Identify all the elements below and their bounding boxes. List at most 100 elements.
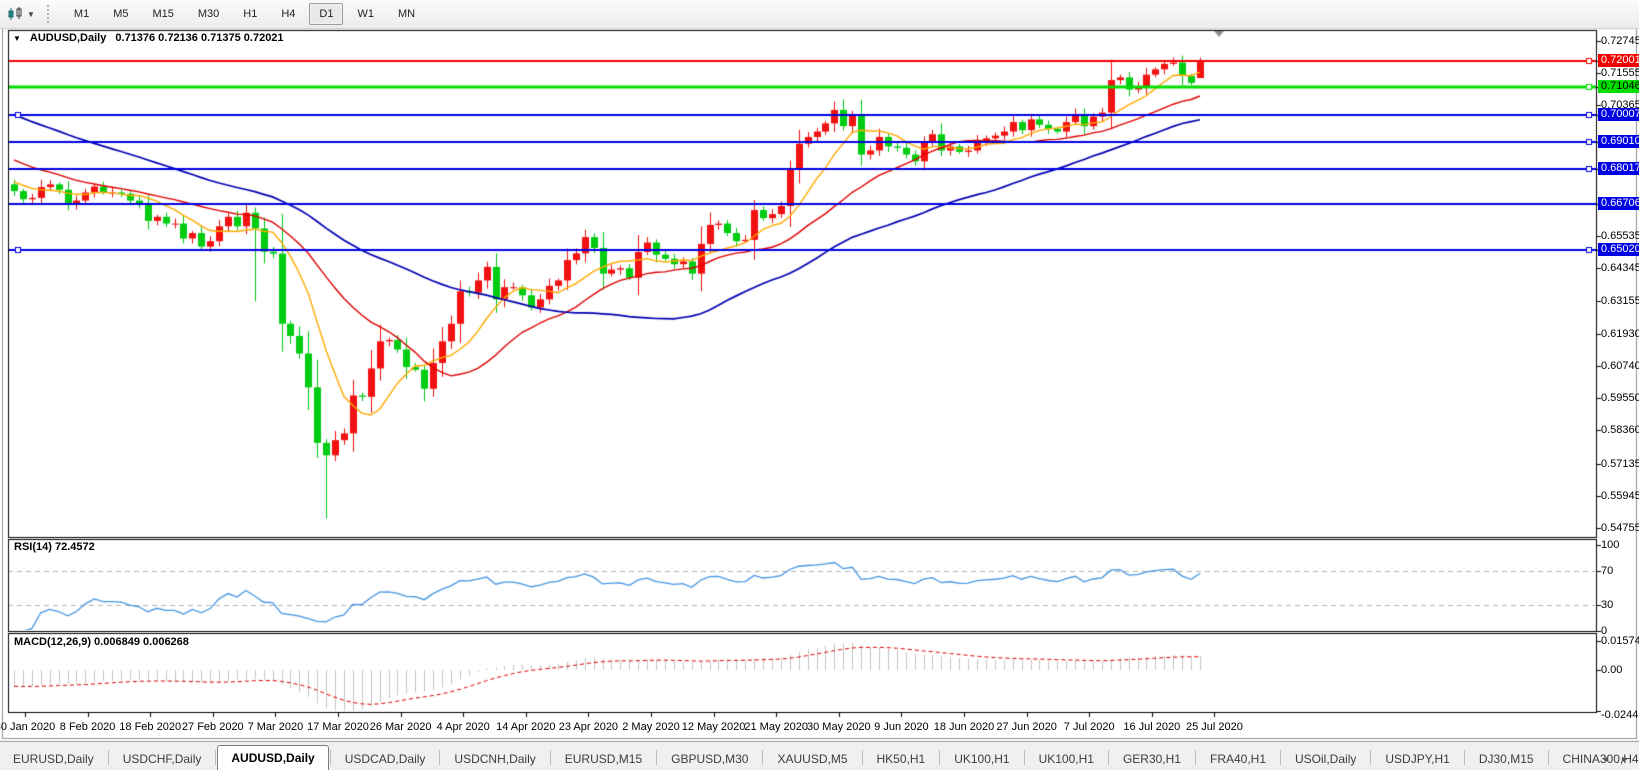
date-axis-label: 30 May 2020 — [806, 721, 871, 733]
chart-tab-gbpusd-m30[interactable]: GBPUSD,M30 — [658, 748, 761, 770]
tab-separator — [656, 750, 658, 765]
rsi-axis-tick: 70 — [1601, 564, 1614, 577]
symbol-name: AUDUSD,Daily — [29, 32, 107, 44]
tab-separator — [107, 750, 109, 765]
tab-separator — [1194, 750, 1196, 765]
timeframe-button-m30[interactable]: M30 — [188, 3, 229, 25]
hline-price-badge[interactable]: 0.69010 — [1598, 135, 1639, 149]
chart-tab-uk100-h1[interactable]: UK100,H1 — [941, 748, 1022, 770]
timeframe-toolbar: ▼ M1 M5 M15 M30 H1 H4 D1 W1 MN — [0, 0, 1639, 29]
chart-tab-hk50-h1[interactable]: HK50,H1 — [864, 748, 939, 770]
price-axis-tick: 0.63155 — [1601, 294, 1639, 307]
date-axis-label: 23 Apr 2020 — [558, 721, 619, 733]
date-axis-label: 27 Jun 2020 — [996, 721, 1057, 733]
date-axis-label: 8 Feb 2020 — [59, 721, 116, 733]
chart-tab-usoil-daily[interactable]: USOil,Daily — [1282, 748, 1369, 770]
ohlc-readout: 0.71376 0.72136 0.71375 0.72021 — [115, 32, 284, 44]
mt4-window: ▼ M1 M5 M15 M30 H1 H4 D1 W1 MN ▼ AUDUSD,Daily 0.… — [0, 0, 1639, 770]
tab-separator — [939, 750, 941, 765]
rsi-indicator-label: RSI(14) 72.4572 — [14, 541, 95, 553]
price-axis-tick: 0.59550 — [1601, 392, 1639, 405]
date-axis-label: 2 May 2020 — [622, 721, 680, 733]
tab-separator — [1463, 750, 1465, 765]
chart-type-button[interactable]: ▼ — [0, 7, 41, 21]
symbol-dropdown-icon[interactable]: ▼ — [13, 34, 21, 43]
chart-title[interactable]: ▼ AUDUSD,Daily 0.71376 0.72136 0.71375 0… — [13, 32, 284, 44]
price-axis-tick: 0.71555 — [1601, 67, 1639, 80]
price-axis-tick: 0.58360 — [1601, 424, 1639, 437]
chart-tab-usdjpy-h1[interactable]: USDJPY,H1 — [1372, 748, 1462, 770]
hline-price-badge[interactable]: 0.70007 — [1598, 108, 1639, 122]
chart-tab-usdchf-daily[interactable]: USDCHF,Daily — [110, 748, 215, 770]
tab-separator — [1280, 750, 1282, 765]
macd-axis-tick: 0.00 — [1601, 664, 1623, 676]
hline-price-badge[interactable]: 0.72001 — [1598, 54, 1639, 68]
tab-separator — [861, 750, 863, 765]
timeframe-button-m15[interactable]: M15 — [142, 3, 183, 25]
date-axis-label: 4 Apr 2020 — [436, 721, 490, 733]
chart-tab-usdcnh-daily[interactable]: USDCNH,Daily — [441, 748, 548, 770]
tab-separator — [329, 750, 331, 765]
hline-price-badge[interactable]: 0.68017 — [1598, 161, 1639, 175]
chart-tab-usdcad-daily[interactable]: USDCAD,Daily — [332, 748, 439, 770]
chart-tab-bar: EURUSD,Daily USDCHF,Daily AUDUSD,Daily USDC… — [0, 741, 1639, 770]
date-axis-label: 17 Mar 2020 — [307, 721, 369, 733]
tab-separator — [1023, 750, 1025, 765]
hline-price-badge[interactable]: 0.71046 — [1598, 79, 1639, 93]
price-axis-tick: 0.60740 — [1601, 359, 1639, 372]
date-axis-label: 12 May 2020 — [681, 721, 746, 733]
chart-tab-eurusd-m15[interactable]: EURUSD,M15 — [552, 748, 655, 770]
chart-tab-xauusd-m5[interactable]: XAUUSD,M5 — [764, 748, 860, 770]
tab-separator — [762, 750, 764, 765]
chart-tab-dj30-m15[interactable]: DJ30,M15 — [1466, 748, 1547, 770]
candlestick-chart-icon — [8, 7, 22, 20]
timeframe-button-h1[interactable]: H1 — [233, 3, 267, 25]
chart-tab-uk100-h1[interactable]: UK100,H1 — [1026, 748, 1107, 770]
date-axis-label: 27 Feb 2020 — [181, 721, 244, 733]
tabs-scroll-right-icon[interactable]: ► — [1620, 754, 1629, 764]
timeframe-button-h4[interactable]: H4 — [271, 3, 305, 25]
chart-tab-eurusd-daily[interactable]: EURUSD,Daily — [0, 748, 107, 770]
date-axis-label: 16 Jul 2020 — [1123, 721, 1181, 733]
macd-axis-tick: -0.024412 — [1601, 708, 1639, 721]
date-axis-label: 26 Mar 2020 — [369, 721, 432, 733]
price-chart-canvas[interactable] — [0, 0, 1639, 740]
timeframe-button-m5[interactable]: M5 — [103, 3, 138, 25]
tab-separator — [1370, 750, 1372, 765]
price-axis-tick: 0.72745 — [1601, 35, 1639, 47]
timeframe-button-mn[interactable]: MN — [388, 3, 425, 25]
macd-axis-tick: 0.015741 — [1601, 635, 1639, 647]
chart-tab-ger30-h1[interactable]: GER30,H1 — [1110, 748, 1194, 770]
date-axis-label: 9 Jun 2020 — [874, 721, 929, 733]
tab-separator — [1107, 750, 1109, 765]
rsi-axis-tick: 30 — [1601, 599, 1614, 612]
price-axis-tick: 0.64345 — [1601, 262, 1639, 275]
timeframe-button-d1[interactable]: D1 — [309, 3, 344, 25]
tabs-scroll-left-icon[interactable]: ◄ — [1601, 754, 1610, 764]
price-axis-tick: 0.61930 — [1601, 327, 1639, 340]
tab-separator — [439, 750, 441, 765]
chart-tab-fra40-h1[interactable]: FRA40,H1 — [1197, 748, 1279, 770]
toolbar-grip — [46, 5, 52, 23]
tab-separator — [215, 750, 217, 765]
timeframe-button-m1[interactable]: M1 — [64, 3, 99, 25]
macd-indicator-label: MACD(12,26,9) 0.006849 0.006268 — [14, 636, 189, 648]
chevron-down-icon: ▼ — [27, 9, 35, 19]
date-axis-label: 25 Jul 2020 — [1185, 721, 1243, 733]
date-axis-label: 18 Jun 2020 — [933, 721, 995, 733]
rsi-axis-tick: 100 — [1601, 539, 1620, 551]
hline-price-badge[interactable]: 0.66706 — [1598, 197, 1639, 211]
date-axis-label: 21 May 2020 — [744, 721, 808, 733]
price-axis-tick: 0.55945 — [1601, 489, 1639, 502]
timeframe-button-w1[interactable]: W1 — [347, 3, 384, 25]
price-axis-tick: 0.65535 — [1601, 230, 1639, 243]
chart-tab-audusd-daily[interactable]: AUDUSD,Daily — [217, 745, 329, 770]
hline-price-badge[interactable]: 0.65020 — [1598, 243, 1639, 257]
date-axis-label: 7 Mar 2020 — [247, 721, 304, 733]
price-axis-tick: 0.57135 — [1601, 457, 1639, 470]
price-axis-tick: 0.54755 — [1601, 522, 1639, 534]
tab-separator — [549, 750, 551, 765]
date-axis-label: 14 Apr 2020 — [496, 721, 556, 733]
tab-separator — [1547, 750, 1549, 765]
date-axis-label: 30 Jan 2020 — [0, 721, 56, 733]
